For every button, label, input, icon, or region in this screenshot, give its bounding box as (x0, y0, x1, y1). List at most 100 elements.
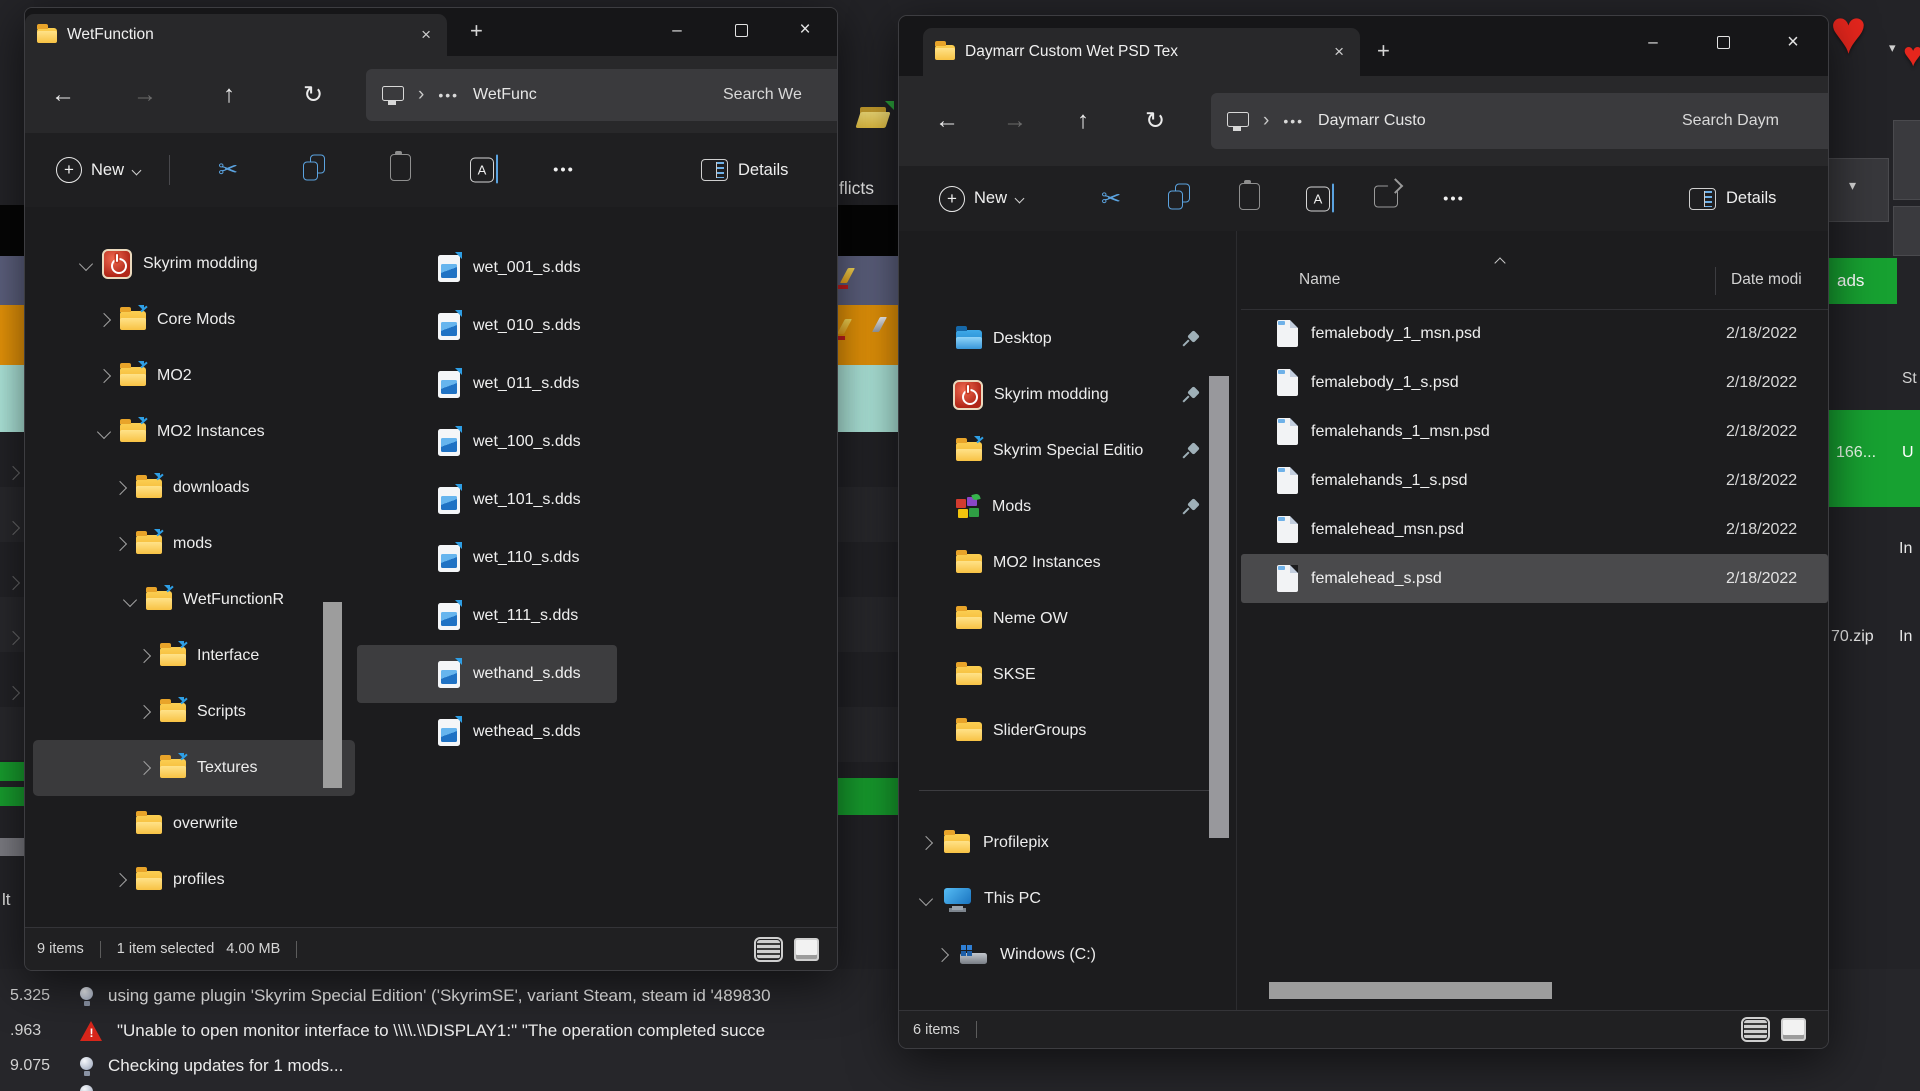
sidebar-item-wetfunctionr[interactable]: WetFunctionR (33, 572, 355, 628)
details-view-button[interactable] (757, 940, 780, 959)
search-input[interactable]: Search Daym (1666, 93, 1829, 149)
chevron-right-icon[interactable] (137, 705, 151, 719)
heart-dropdown-caret-icon[interactable]: ▾ (1889, 40, 1896, 56)
file-row[interactable]: wet_110_s.dds (357, 529, 837, 587)
up-button[interactable]: ↑ (1063, 107, 1103, 135)
minimize-button[interactable]: – (1618, 16, 1688, 68)
file-row-selected[interactable]: wethand_s.dds (357, 645, 617, 703)
refresh-button[interactable]: ↻ (293, 80, 333, 109)
forward-button[interactable]: → (125, 81, 165, 109)
chevron-down-icon[interactable] (97, 425, 111, 439)
tab-wetfunction[interactable]: WetFunction × (25, 14, 447, 56)
details-button[interactable]: Details (701, 159, 788, 181)
horizontal-scrollbar[interactable] (1269, 982, 1552, 999)
more-options-button[interactable]: ••• (1437, 190, 1471, 207)
share-button[interactable] (1369, 185, 1403, 212)
chevron-down-icon[interactable] (123, 593, 137, 607)
breadcrumb-ellipsis[interactable]: ••• (1283, 113, 1304, 129)
sidebar-item-slidergroups[interactable]: SliderGroups (907, 703, 1237, 759)
sidebar-item-mo2-instances[interactable]: MO2 Instances (907, 535, 1237, 591)
rename-button[interactable]: A (1301, 186, 1335, 211)
sidebar-item-desktop[interactable]: Desktop (907, 311, 1237, 367)
chevron-right-icon[interactable] (935, 948, 949, 962)
chevron-right-icon[interactable] (97, 369, 111, 383)
new-tab-button[interactable]: + (470, 18, 483, 44)
copy-button[interactable] (297, 155, 331, 186)
sidebar-item-profiles[interactable]: profiles (33, 852, 355, 908)
chevron-right-icon[interactable] (97, 313, 111, 327)
this-pc-icon[interactable] (382, 86, 404, 104)
sidebar-item-skyrim-modding[interactable]: Skyrim modding (907, 367, 1237, 423)
breadcrumb-current[interactable]: WetFunc (473, 86, 537, 104)
tab-daymarr[interactable]: Daymarr Custom Wet PSD Tex × (923, 28, 1360, 76)
file-row[interactable]: femalehead_msn.psd 2/18/2022 (1241, 505, 1828, 554)
sidebar-item-mo2[interactable]: MO2 (33, 348, 355, 404)
back-button[interactable]: ← (927, 107, 967, 135)
maximize-button[interactable] (709, 8, 773, 52)
this-pc-icon[interactable] (1227, 112, 1249, 130)
thumbnail-view-button[interactable] (794, 938, 819, 961)
cut-button[interactable]: ✂ (211, 156, 245, 185)
chevron-right-icon[interactable] (113, 481, 127, 495)
file-row[interactable]: wet_011_s.dds (357, 355, 837, 413)
file-row[interactable]: wet_111_s.dds (357, 587, 837, 645)
rename-button[interactable]: A (465, 158, 499, 183)
file-row-selected[interactable]: femalehead_s.psd 2/18/2022 (1241, 554, 1828, 603)
background-button[interactable] (1893, 206, 1920, 256)
sidebar-item-skyrim-modding[interactable]: Skyrim modding (33, 236, 355, 292)
new-button[interactable]: + New (56, 157, 140, 183)
new-button[interactable]: + New (939, 186, 1023, 212)
chevron-right-icon[interactable] (113, 873, 127, 887)
close-tab-icon[interactable]: × (1330, 42, 1348, 62)
sidebar-item-scripts[interactable]: Scripts (33, 684, 355, 740)
sidebar-scrollbar[interactable] (1209, 376, 1229, 838)
sidebar-item-this-pc[interactable]: This PC (907, 871, 1237, 927)
breadcrumb-current[interactable]: Daymarr Custo (1318, 112, 1426, 130)
search-input[interactable]: Search We (707, 69, 838, 121)
details-button[interactable]: Details (1689, 188, 1776, 210)
sidebar-item-windows-c[interactable]: Windows (C:) (907, 927, 1237, 983)
file-row[interactable]: femalehands_1_s.psd 2/18/2022 (1241, 456, 1828, 505)
column-header-name[interactable]: Name (1299, 271, 1340, 289)
chevron-down-icon[interactable] (919, 892, 933, 906)
thumbnail-view-button[interactable] (1781, 1018, 1806, 1041)
file-row[interactable]: femalebody_1_s.psd 2/18/2022 (1241, 358, 1828, 407)
back-button[interactable]: ← (43, 81, 83, 109)
file-row[interactable]: femalehands_1_msn.psd 2/18/2022 (1241, 407, 1828, 456)
file-row[interactable]: wet_100_s.dds (357, 413, 837, 471)
paste-button[interactable] (383, 154, 417, 186)
close-button[interactable]: × (1758, 16, 1828, 68)
file-row[interactable]: wet_101_s.dds (357, 471, 837, 529)
sidebar-item-profilepix[interactable]: Profilepix (907, 815, 1237, 871)
more-options-button[interactable]: ••• (547, 162, 581, 179)
status-column-header[interactable]: St (1902, 370, 1917, 388)
address-bar[interactable]: › ••• Daymarr Custo (1211, 93, 1688, 149)
refresh-button[interactable]: ↻ (1135, 107, 1175, 136)
column-divider[interactable] (1715, 267, 1716, 295)
sidebar-item-mods[interactable]: mods (33, 516, 355, 572)
new-tab-button[interactable]: + (1377, 38, 1390, 64)
sidebar-item-neme-ow[interactable]: Neme OW (907, 591, 1237, 647)
maximize-button[interactable] (1688, 16, 1758, 68)
cut-button[interactable]: ✂ (1094, 184, 1128, 213)
chevron-down-icon[interactable] (79, 257, 93, 271)
file-row[interactable]: wet_001_s.dds (357, 239, 837, 297)
background-dropdown[interactable]: ▾ (1827, 158, 1889, 222)
sidebar-item-overwrite[interactable]: overwrite (33, 796, 355, 852)
file-row[interactable]: wethead_s.dds (357, 703, 837, 761)
minimize-button[interactable]: – (645, 8, 709, 52)
downloads-tab[interactable]: ads (1828, 258, 1897, 304)
sidebar-item-skse[interactable]: SKSE (907, 647, 1237, 703)
background-button[interactable] (1893, 120, 1920, 200)
paste-button[interactable] (1232, 183, 1266, 215)
chevron-right-icon[interactable] (137, 649, 151, 663)
close-button[interactable]: × (773, 8, 837, 52)
breadcrumb-ellipsis[interactable]: ••• (438, 87, 459, 103)
sidebar-item-mods[interactable]: Mods (907, 479, 1237, 535)
chevron-right-icon[interactable] (137, 761, 151, 775)
close-tab-icon[interactable]: × (417, 25, 435, 45)
sidebar-item-core-mods[interactable]: Core Mods (33, 292, 355, 348)
copy-button[interactable] (1162, 183, 1196, 214)
forward-button[interactable]: → (995, 107, 1035, 135)
details-view-button[interactable] (1744, 1020, 1767, 1039)
